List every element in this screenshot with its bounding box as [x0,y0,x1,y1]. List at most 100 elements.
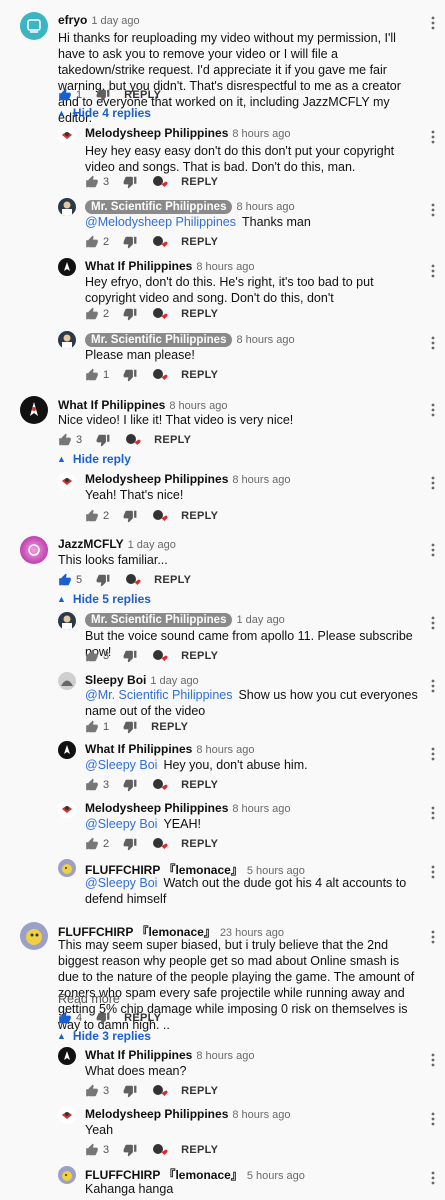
like-icon[interactable] [58,1011,72,1025]
reply-time[interactable]: 1 day ago [150,675,198,687]
like-icon[interactable] [85,175,99,189]
avatar-what-if[interactable] [58,741,76,759]
reply-author[interactable]: Melodysheep Philippines [85,1107,228,1121]
mention-link[interactable]: @Mr. Scientific Philippines [85,688,232,702]
avatar-sleepy-boi[interactable] [58,672,76,690]
comment-time[interactable]: 8 hours ago [169,400,227,412]
avatar-melodysheep[interactable] [58,1106,76,1124]
dislike-icon[interactable] [123,175,137,189]
dislike-icon[interactable] [123,837,137,851]
avatar-mr-scientific[interactable] [58,198,76,216]
reply-author[interactable]: Mr. Scientific Philippines [85,613,233,627]
avatar-what-if[interactable] [58,258,76,276]
comment-author[interactable]: efryo [58,13,87,27]
more-actions-icon[interactable] [431,679,435,693]
avatar-jazzmcfly[interactable] [20,536,48,564]
dislike-icon[interactable] [96,433,110,447]
mention-link[interactable]: @Sleepy Boi [85,876,157,890]
reply-time[interactable]: 8 hours ago [196,261,254,273]
more-actions-icon[interactable] [431,543,435,557]
reply-button[interactable]: REPLY [181,369,218,381]
dislike-icon[interactable] [96,88,110,102]
avatar-mr-scientific[interactable] [58,331,76,349]
mention-link[interactable]: @Sleepy Boi [85,758,157,772]
like-icon[interactable] [85,307,99,321]
reply-button[interactable]: REPLY [181,510,218,522]
reply-button[interactable]: REPLY [181,1085,218,1097]
comment-time[interactable]: 1 day ago [128,539,176,551]
comment-author[interactable]: JazzMCFLY [58,537,124,551]
reply-time[interactable]: 8 hours ago [232,803,290,815]
reply-author[interactable]: Sleepy Boi [85,673,146,687]
hide-replies-toggle[interactable]: ▲ Hide 4 replies [57,106,151,120]
dislike-icon[interactable] [123,778,137,792]
reply-time[interactable]: 8 hours ago [236,201,294,213]
reply-time[interactable]: 8 hours ago [232,1109,290,1121]
like-icon[interactable] [85,649,99,663]
like-icon[interactable] [58,573,72,587]
avatar-fluffchirp[interactable] [20,922,48,950]
comment-author[interactable]: What If Philippines [58,398,165,412]
more-actions-icon[interactable] [431,806,435,820]
avatar-melodysheep[interactable] [58,126,76,144]
more-actions-icon[interactable] [431,865,435,879]
more-actions-icon[interactable] [431,1053,435,1067]
reply-button[interactable]: REPLY [181,650,218,662]
reply-author[interactable]: Mr. Scientific Philippines [85,200,233,214]
dislike-icon[interactable] [123,235,137,249]
reply-author[interactable]: Melodysheep Philippines [85,126,228,140]
like-icon[interactable] [85,778,99,792]
avatar-efryo[interactable] [20,12,48,40]
hide-replies-toggle[interactable]: ▲ Hide reply [57,452,131,466]
more-actions-icon[interactable] [431,1112,435,1126]
reply-button[interactable]: REPLY [124,89,161,101]
dislike-icon[interactable] [123,1084,137,1098]
avatar-what-if[interactable] [58,1047,76,1065]
like-icon[interactable] [85,368,99,382]
reply-time[interactable]: 8 hours ago [236,334,294,346]
reply-author[interactable]: What If Philippines [85,1048,192,1062]
dislike-icon[interactable] [123,509,137,523]
like-icon[interactable] [85,1143,99,1157]
reply-button[interactable]: REPLY [124,1012,161,1024]
reply-author[interactable]: What If Philippines [85,259,192,273]
like-icon[interactable] [58,433,72,447]
dislike-icon[interactable] [123,720,137,734]
like-icon[interactable] [85,720,99,734]
dislike-icon[interactable] [96,1011,110,1025]
reply-time[interactable]: 1 day ago [236,614,284,626]
reply-time[interactable]: 8 hours ago [232,128,290,140]
reply-author[interactable]: Melodysheep Philippines [85,801,228,815]
read-more-link[interactable]: Read more [58,991,419,1007]
avatar-fluffchirp[interactable] [58,1166,76,1184]
avatar-melodysheep[interactable] [58,800,76,818]
reply-button[interactable]: REPLY [151,721,188,733]
reply-button[interactable]: REPLY [181,779,218,791]
dislike-icon[interactable] [123,368,137,382]
reply-button[interactable]: REPLY [181,236,218,248]
dislike-icon[interactable] [123,649,137,663]
dislike-icon[interactable] [96,573,110,587]
reply-button[interactable]: REPLY [154,574,191,586]
reply-time[interactable]: 8 hours ago [196,1050,254,1062]
like-icon[interactable] [58,88,72,102]
reply-time[interactable]: 8 hours ago [232,474,290,486]
reply-author[interactable]: Melodysheep Philippines [85,472,228,486]
mention-link[interactable]: @Sleepy Boi [85,817,157,831]
reply-author[interactable]: What If Philippines [85,742,192,756]
more-actions-icon[interactable] [431,264,435,278]
comment-time[interactable]: 1 day ago [91,15,139,27]
reply-button[interactable]: REPLY [181,1144,218,1156]
more-actions-icon[interactable] [431,616,435,630]
hide-replies-toggle[interactable]: ▲ Hide 5 replies [57,592,151,606]
mention-link[interactable]: @Melodysheep Philippines [85,215,236,229]
hide-replies-toggle[interactable]: ▲ Hide 3 replies [57,1029,151,1043]
reply-time[interactable]: 8 hours ago [196,744,254,756]
reply-button[interactable]: REPLY [181,838,218,850]
more-actions-icon[interactable] [431,930,435,944]
dislike-icon[interactable] [123,1143,137,1157]
like-icon[interactable] [85,1084,99,1098]
dislike-icon[interactable] [123,307,137,321]
more-actions-icon[interactable] [431,1171,435,1185]
like-icon[interactable] [85,837,99,851]
